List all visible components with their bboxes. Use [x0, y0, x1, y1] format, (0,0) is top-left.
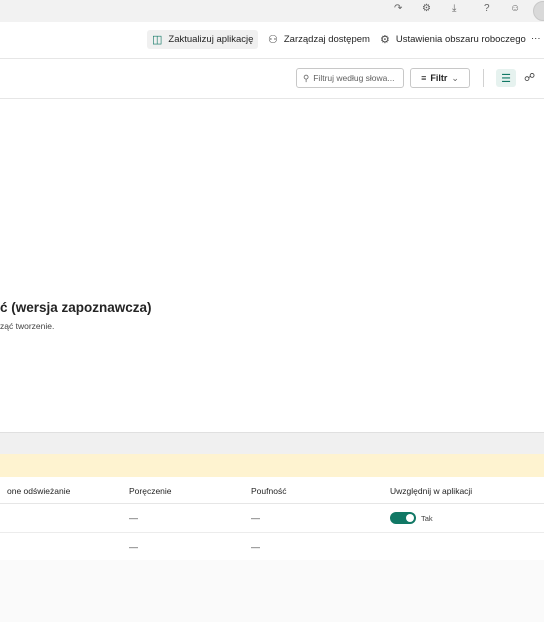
settings-icon[interactable]: ⚙	[422, 3, 431, 14]
gear-icon: ⚙	[380, 34, 390, 46]
filter-icon: ≡	[421, 73, 427, 83]
top-bar: ↷ ⚙ ⤓ ? ☺	[0, 0, 544, 22]
notifications-icon[interactable]: ↷	[394, 3, 402, 14]
endorsement-cell: —	[129, 542, 138, 552]
help-icon[interactable]: ?	[484, 3, 490, 14]
filter-label: Filtr	[430, 73, 448, 83]
people-icon: ⚇	[268, 34, 278, 46]
empty-state-title: ć (wersja zapoznawcza)	[0, 300, 152, 315]
empty-state-subtitle: ząć tworzenie.	[0, 321, 55, 331]
lineage-icon: ☍	[524, 72, 536, 84]
avatar[interactable]	[533, 1, 544, 21]
update-app-button[interactable]: ◫ Zaktualizuj aplikację	[147, 30, 259, 49]
endorsement-cell: —	[129, 513, 138, 523]
column-sensitivity[interactable]: Poufność	[251, 486, 286, 496]
manage-access-button[interactable]: ⚇ Zarządzaj dostępem	[268, 33, 370, 46]
more-icon: ···	[531, 33, 541, 44]
table-header: one odświeżanie Poręczenie Poufność Uwzg…	[0, 478, 544, 504]
column-include-in-app[interactable]: Uwzględnij w aplikacji	[390, 486, 472, 496]
workspace-settings-label: Ustawienia obszaru roboczego	[395, 34, 526, 45]
manage-access-label: Zarządzaj dostępem	[283, 34, 370, 45]
more-options-button[interactable]: ···	[531, 33, 541, 44]
column-refresh[interactable]: one odświeżanie	[7, 486, 70, 496]
app-update-icon: ◫	[152, 34, 163, 46]
list-view-icon: ☰	[501, 72, 511, 85]
warning-banner	[0, 454, 544, 477]
include-in-app-label: Tak	[421, 514, 433, 523]
sensitivity-cell: —	[251, 513, 260, 523]
filter-button[interactable]: ≡ Filtr ⌄	[410, 68, 470, 88]
search-icon: ⚲	[303, 72, 310, 83]
divider	[483, 69, 484, 87]
column-endorsement[interactable]: Poręczenie	[129, 486, 172, 496]
feedback-icon[interactable]: ☺	[510, 3, 520, 14]
workspace-settings-button[interactable]: ⚙ Ustawienia obszaru roboczego	[380, 33, 526, 46]
download-icon[interactable]: ⤓	[452, 3, 456, 14]
update-app-label: Zaktualizuj aplikację	[168, 34, 254, 45]
list-view-button[interactable]: ☰	[496, 69, 516, 87]
search-input[interactable]: ⚲ Filtruj według słowa...	[296, 68, 404, 88]
sensitivity-cell: —	[251, 542, 260, 552]
app-action-bar: ◫ Zaktualizuj aplikację ⚇ Zarządzaj dost…	[0, 22, 544, 59]
search-placeholder: Filtruj według słowa...	[313, 73, 395, 83]
chevron-down-icon: ⌄	[451, 72, 459, 83]
section-header-strip	[0, 432, 544, 454]
table-row[interactable]: — —	[0, 533, 544, 562]
lineage-view-button[interactable]: ☍	[524, 71, 535, 84]
include-in-app-toggle[interactable]	[390, 512, 416, 524]
table-row[interactable]: — — Tak	[0, 504, 544, 533]
command-bar: ⚲ Filtruj według słowa... ≡ Filtr ⌄ ☰ ☍	[0, 59, 544, 99]
table-footer-area	[0, 560, 544, 622]
